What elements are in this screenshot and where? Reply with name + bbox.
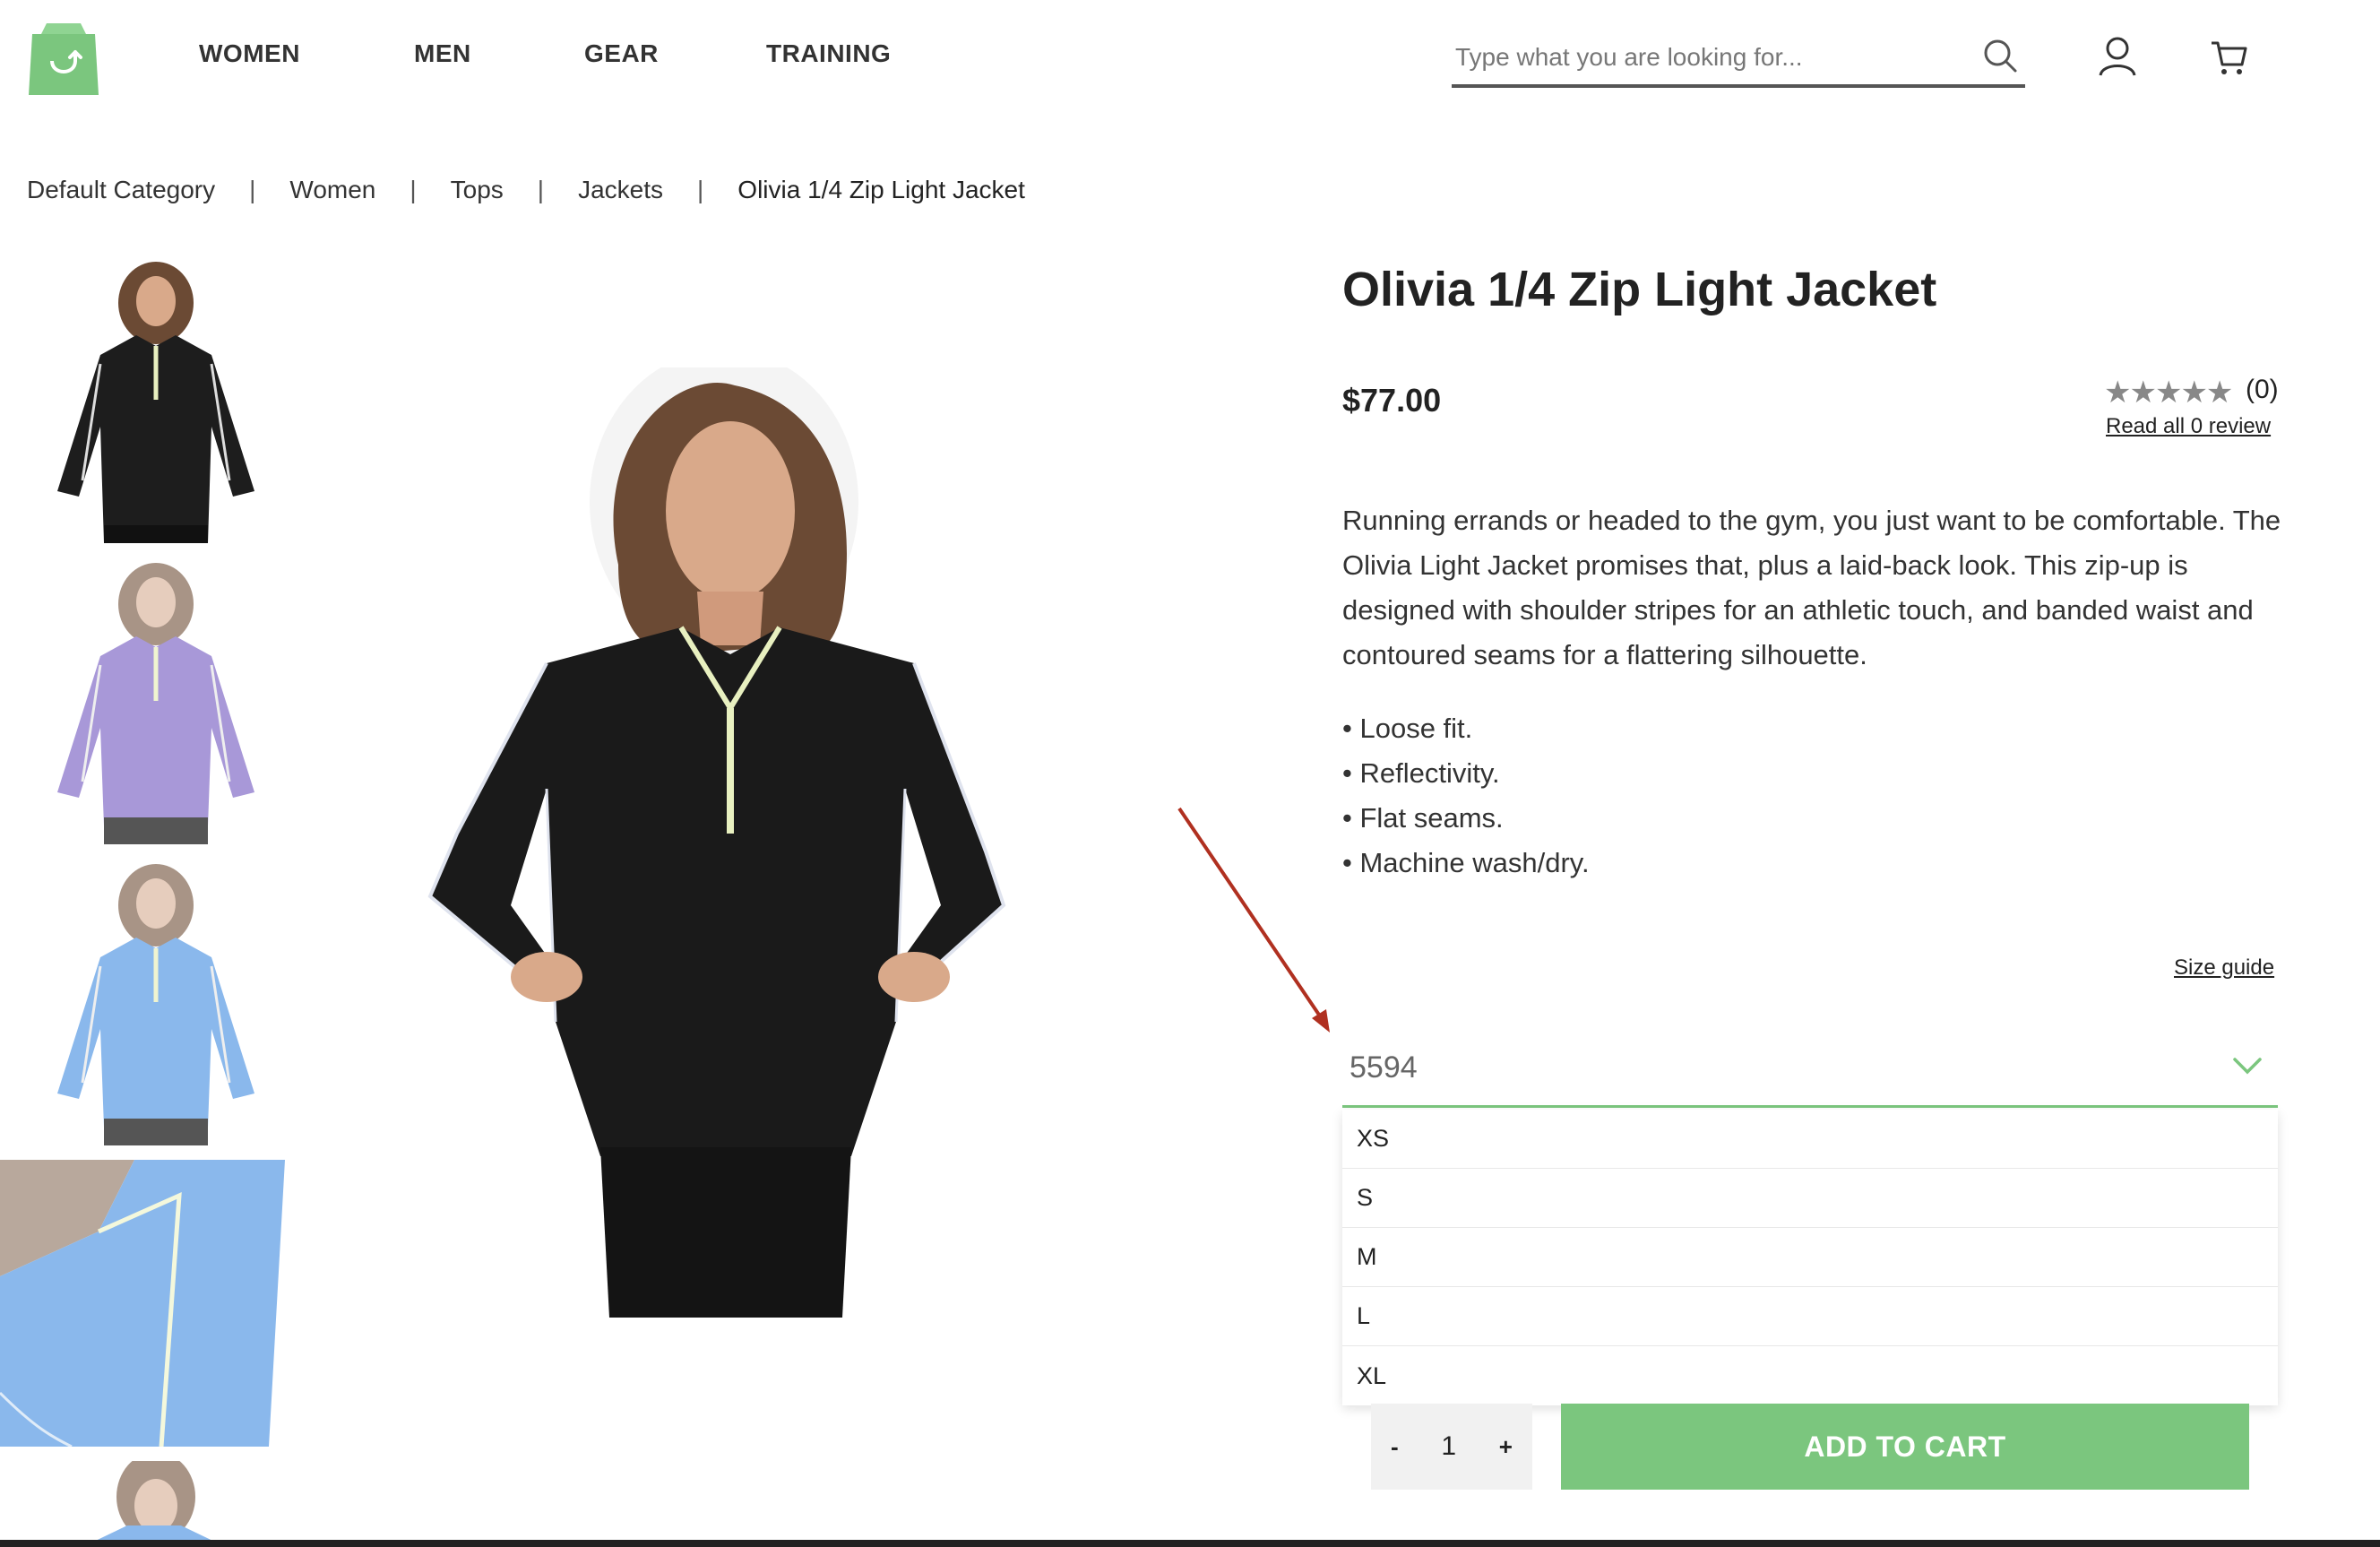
- size-option-xs[interactable]: XS: [1342, 1110, 2278, 1169]
- footer-divider: [0, 1540, 2380, 1547]
- read-reviews-link[interactable]: Read all 0 review: [2106, 414, 2271, 439]
- size-options-list: XS S M L XL: [1342, 1110, 2278, 1405]
- breadcrumb-tops[interactable]: Tops: [451, 176, 504, 204]
- breadcrumb-jackets[interactable]: Jackets: [578, 176, 663, 204]
- size-select-value: 5594: [1350, 1050, 1418, 1085]
- breadcrumb-separator: |: [697, 176, 704, 203]
- product-title: Olivia 1/4 Zip Light Jacket: [1342, 263, 1937, 316]
- breadcrumb-separator: |: [410, 176, 417, 203]
- search-icon[interactable]: [1982, 38, 2018, 73]
- breadcrumb-women[interactable]: Women: [289, 176, 375, 204]
- feature-item: • Machine wash/dry.: [1342, 847, 1590, 878]
- add-to-cart-button[interactable]: ADD TO CART: [1561, 1404, 2249, 1490]
- product-price: $77.00: [1342, 382, 1442, 419]
- size-option-s[interactable]: S: [1342, 1169, 2278, 1228]
- annotation-arrow-icon: [1177, 807, 1330, 1033]
- rating-stars: ★★★★★: [2104, 376, 2233, 410]
- nav-men[interactable]: MEN: [414, 39, 471, 68]
- search-bar: [1452, 30, 2025, 88]
- thumbnail-purple[interactable]: [47, 557, 265, 844]
- chevron-down-icon: [2233, 1058, 2262, 1075]
- feature-item: • Flat seams.: [1342, 802, 1504, 834]
- breadcrumb: Default Category | Women | Tops | Jacket…: [27, 176, 1025, 204]
- nav-gear[interactable]: GEAR: [584, 39, 659, 68]
- breadcrumb-separator: |: [249, 176, 256, 203]
- thumbnail-blue[interactable]: [47, 859, 265, 1145]
- nav-training[interactable]: TRAINING: [766, 39, 891, 68]
- size-option-xl[interactable]: XL: [1342, 1346, 2278, 1405]
- thumbnail-blue-partial[interactable]: [47, 1461, 265, 1547]
- thumbnail-blue-detail[interactable]: [0, 1160, 285, 1447]
- feature-item: • Loose fit.: [1342, 713, 1473, 744]
- size-select[interactable]: 5594: [1342, 1033, 2278, 1108]
- quantity-value[interactable]: 1: [1441, 1431, 1456, 1462]
- size-option-m[interactable]: M: [1342, 1228, 2278, 1287]
- feature-item: • Reflectivity.: [1342, 757, 1500, 789]
- size-option-l[interactable]: L: [1342, 1287, 2278, 1346]
- breadcrumb-current: Olivia 1/4 Zip Light Jacket: [737, 176, 1025, 203]
- account-icon[interactable]: [2097, 36, 2138, 77]
- search-input[interactable]: [1455, 38, 1957, 77]
- cart-icon[interactable]: [2210, 39, 2247, 77]
- quantity-decrease-button[interactable]: -: [1391, 1433, 1399, 1461]
- site-header: WOMEN MEN GEAR TRAINING: [0, 0, 2380, 117]
- quantity-stepper: - 1 +: [1371, 1404, 1532, 1490]
- logo-bag-icon[interactable]: [27, 22, 100, 97]
- size-guide-link[interactable]: Size guide: [2174, 955, 2274, 981]
- product-features: • Loose fit. • Reflectivity. • Flat seam…: [1342, 706, 1590, 886]
- breadcrumb-separator: |: [537, 176, 545, 203]
- review-count: (0): [2246, 375, 2279, 404]
- nav-women[interactable]: WOMEN: [199, 39, 300, 68]
- quantity-increase-button[interactable]: +: [1499, 1433, 1513, 1461]
- breadcrumb-default-category[interactable]: Default Category: [27, 176, 215, 204]
- thumbnail-black[interactable]: [47, 256, 265, 543]
- product-main-image: [427, 367, 1006, 1318]
- product-description: Running errands or headed to the gym, yo…: [1342, 505, 2281, 670]
